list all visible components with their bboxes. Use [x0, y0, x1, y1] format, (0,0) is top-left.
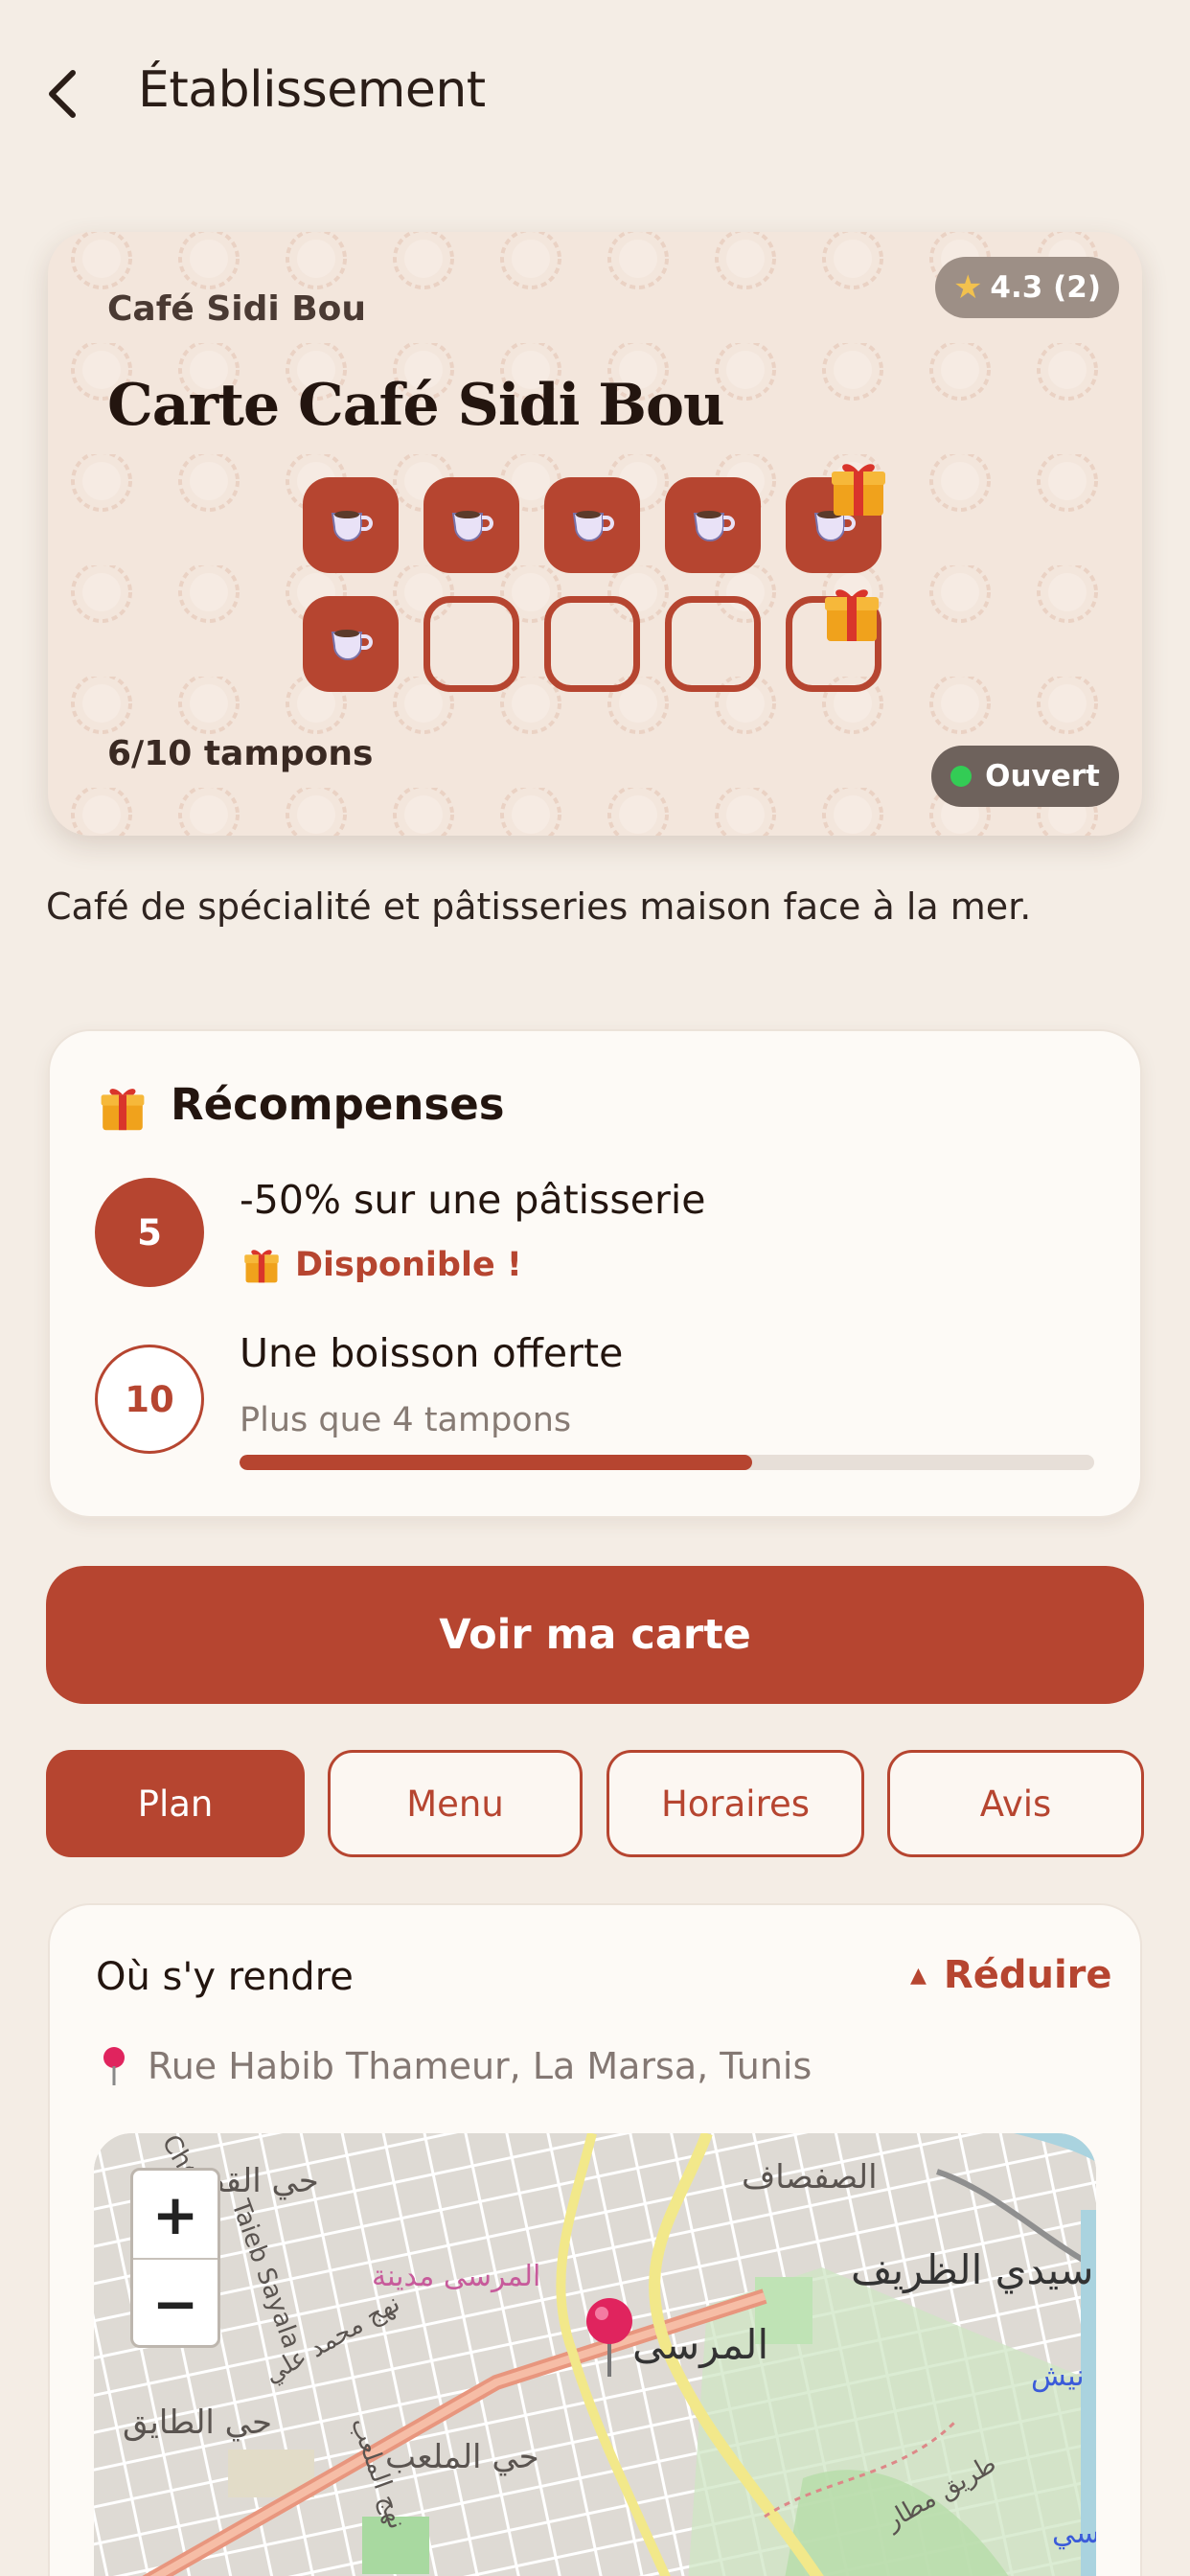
- reward-progress-bar: [240, 1455, 1094, 1470]
- map-label: نيش: [1031, 2359, 1085, 2393]
- tab-horaires[interactable]: Horaires: [606, 1750, 864, 1857]
- gift-icon: [832, 464, 885, 516]
- stamp-filled-reward: [786, 464, 885, 573]
- reward-progress-fill: [240, 1455, 753, 1470]
- reward-label: -50% sur une pâtisserie: [240, 1177, 706, 1223]
- open-status-label: Ouvert: [985, 759, 1100, 794]
- map-pin-icon: [103, 2047, 125, 2085]
- stamp-filled: [303, 477, 399, 573]
- tab-menu[interactable]: Menu: [328, 1750, 583, 1857]
- map-label: سي: [1052, 2517, 1096, 2550]
- collapse-label: Réduire: [943, 1953, 1112, 1997]
- zoom-in-button[interactable]: +: [133, 2171, 217, 2258]
- map-label: الصفصاف: [742, 2158, 878, 2196]
- reward-label: Une boisson offerte: [240, 1330, 624, 1376]
- zoom-out-button[interactable]: −: [133, 2260, 217, 2347]
- stamp-empty: [665, 596, 761, 692]
- reward-remaining: Plus que 4 tampons: [240, 1401, 572, 1439]
- map-label: سيدي الظريف: [851, 2246, 1094, 2293]
- tab-avis[interactable]: Avis: [887, 1750, 1144, 1857]
- coffee-cup-icon: [451, 511, 493, 541]
- rating-value: 4.3 (2): [990, 270, 1102, 305]
- view-card-button[interactable]: Voir ma carte: [46, 1566, 1144, 1704]
- reward-available-status: Disponible !: [243, 1246, 522, 1284]
- stamp-empty: [544, 596, 640, 692]
- page-title: Établissement: [138, 61, 486, 119]
- stamp-filled: [423, 477, 519, 573]
- map-label: المرسى مدينة: [372, 2260, 541, 2293]
- gift-icon: [825, 589, 879, 641]
- map-view[interactable]: حي القضاة الصفصاف سيدي الظريف المرسى مدي…: [94, 2133, 1096, 2576]
- coffee-cup-icon: [331, 511, 373, 541]
- stamp-count: 6/10 tampons: [107, 734, 374, 773]
- rewards-title: Récompenses: [171, 1079, 505, 1130]
- map-zoom-control: + −: [130, 2168, 220, 2348]
- directions-title: Où s'y rendre: [96, 1955, 354, 1999]
- stamp-grid: [303, 464, 897, 715]
- map-label: حي الملعب: [385, 2438, 539, 2476]
- address: Rue Habib Thameur, La Marsa, Tunis: [100, 2045, 812, 2087]
- card-title: Carte Café Sidi Bou: [107, 372, 725, 439]
- stamp-empty: [423, 596, 519, 692]
- reward-threshold-badge: 5: [95, 1178, 204, 1287]
- address-text: Rue Habib Thameur, La Marsa, Tunis: [148, 2045, 812, 2087]
- business-description: Café de spécialité et pâtisseries maison…: [46, 886, 1032, 928]
- tab-plan[interactable]: Plan: [46, 1750, 305, 1857]
- stamp-row: [303, 589, 897, 692]
- coffee-cup-icon: [572, 511, 614, 541]
- gift-icon: [244, 1250, 279, 1283]
- loyalty-card[interactable]: ★ 4.3 (2) Café Sidi Bou Carte Café Sidi …: [48, 232, 1142, 836]
- stamp-filled: [544, 477, 640, 573]
- gift-icon: [101, 1089, 145, 1131]
- reward-threshold-badge: 10: [95, 1345, 204, 1454]
- map-label: حي الطايق: [123, 2404, 273, 2442]
- reward-status-label: Disponible !: [295, 1246, 522, 1284]
- map-marker-icon: [586, 2298, 632, 2377]
- star-icon: ★: [952, 268, 983, 307]
- stamp-row: [303, 464, 897, 573]
- back-button[interactable]: [38, 59, 88, 128]
- stamp-filled: [665, 477, 761, 573]
- stamp-empty-reward: [786, 589, 881, 692]
- coffee-cup-icon: [693, 511, 735, 541]
- map-label: المرسى: [632, 2321, 769, 2368]
- chevron-left-icon: [49, 70, 76, 118]
- collapse-button[interactable]: ▲ Réduire: [910, 1953, 1112, 1997]
- status-dot-icon: [950, 766, 973, 787]
- rating-badge: ★ 4.3 (2): [935, 257, 1119, 318]
- triangle-up-icon: ▲: [910, 1963, 927, 1988]
- stamp-filled: [303, 596, 399, 692]
- card-business-name: Café Sidi Bou: [107, 289, 367, 329]
- coffee-cup-icon: [331, 630, 373, 660]
- open-status-badge: Ouvert: [931, 746, 1119, 807]
